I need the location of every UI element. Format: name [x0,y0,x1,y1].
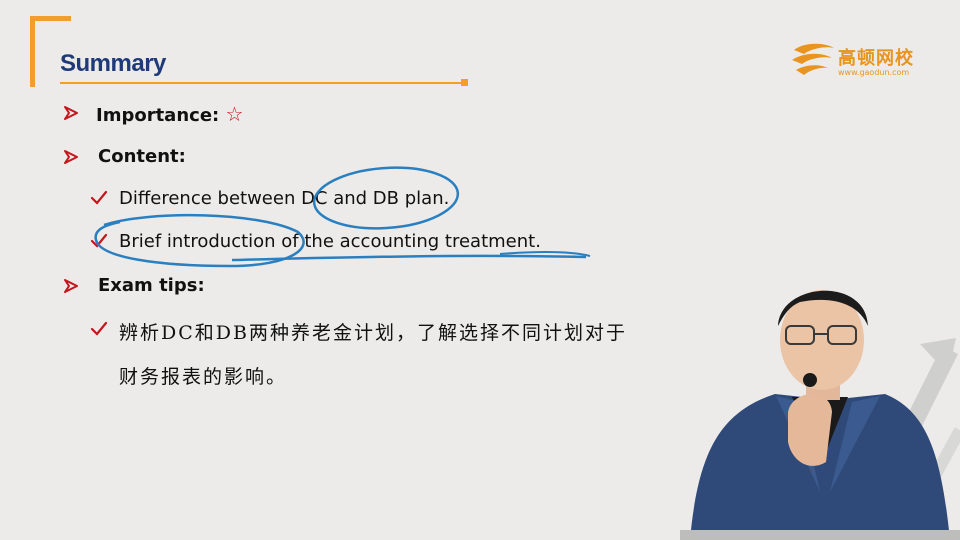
importance-label: Importance: [96,105,220,126]
annotation-underline-end [499,250,591,257]
logo-url: www.gaodun.com [838,68,910,77]
arrow-bullet-icon [64,279,78,293]
content-point-2: Brief introduction of the accounting tre… [119,231,541,252]
exam-tip-line-1: 辨析DC和DB两种养老金计划，了解选择不同计划对于 [119,322,627,344]
importance-star: ☆ [225,102,244,126]
slide: Summary 高顿网校 www.gaodun.com Importance: … [0,0,960,540]
annotation-underline [231,254,587,262]
presenter-image [680,290,960,540]
checkmark-icon [90,233,108,248]
checkmark-icon [90,321,108,336]
logo-name: 高顿网校 [838,48,914,69]
arrow-bullet-icon [64,150,78,164]
checkmark-icon [90,190,108,205]
slide-title: Summary [60,50,166,77]
title-underline-dot [461,79,468,86]
importance-row: Importance: ☆ [96,102,243,126]
arrow-bullet-icon [64,106,78,120]
title-underline [60,82,465,84]
exam-tips-label: Exam tips: [98,275,205,296]
content-point-1: Difference between DC and DB plan. [119,188,450,209]
exam-tip-line-2: 财务报表的影响。 [119,366,288,388]
content-label: Content: [98,146,186,167]
